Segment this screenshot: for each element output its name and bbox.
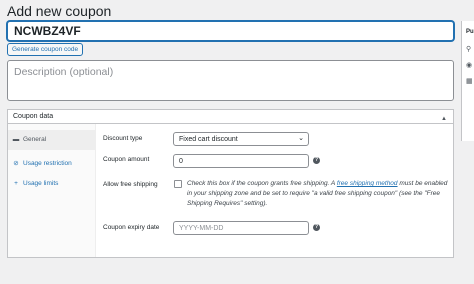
coupon-code-input[interactable]: NCWBZ4VF bbox=[7, 21, 454, 41]
tab-label: General bbox=[23, 136, 47, 143]
free-shipping-label: Allow free shipping bbox=[103, 181, 158, 188]
coupon-amount-input[interactable]: 0 bbox=[173, 154, 309, 168]
plus-icon: + bbox=[14, 180, 18, 187]
sidebar-title: Pu bbox=[466, 29, 474, 35]
panel-title: Coupon data bbox=[13, 113, 54, 120]
generate-coupon-code-button[interactable]: Generate coupon code bbox=[7, 43, 84, 56]
tab-general[interactable]: ▬ General bbox=[8, 130, 96, 150]
ticket-icon: ▬ bbox=[12, 136, 20, 143]
panel-header[interactable]: Coupon data ▲ bbox=[8, 110, 453, 124]
help-icon[interactable]: ? bbox=[313, 224, 320, 231]
calendar-icon: ▦ bbox=[466, 78, 473, 85]
free-shipping-description: Check this box if the coupon grants free… bbox=[187, 179, 449, 209]
description-textarea[interactable]: Description (optional) bbox=[7, 60, 454, 101]
chevron-down-icon: ⌄ bbox=[298, 135, 304, 142]
free-shipping-text: Check this box if the coupon grants free… bbox=[187, 180, 337, 187]
coupon-data-panel: Coupon data ▲ ▬ General ⊘ Usage restrictio… bbox=[7, 109, 454, 258]
expiry-date-label: Coupon expiry date bbox=[103, 224, 160, 231]
discount-type-label: Discount type bbox=[103, 135, 143, 142]
help-icon[interactable]: ? bbox=[313, 157, 320, 164]
collapse-arrow-icon[interactable]: ▲ bbox=[441, 113, 447, 126]
panel-tabs: ▬ General ⊘ Usage restriction + Usage limit… bbox=[8, 124, 96, 257]
free-shipping-checkbox[interactable] bbox=[174, 180, 182, 188]
free-shipping-method-link[interactable]: free shipping method bbox=[337, 180, 398, 187]
tab-usage-restriction[interactable]: ⊘ Usage restriction bbox=[8, 154, 96, 174]
page-title: Add new coupon bbox=[7, 3, 112, 19]
tab-label: Usage restriction bbox=[23, 160, 72, 167]
eye-icon: ◉ bbox=[466, 62, 473, 69]
block-icon: ⊘ bbox=[13, 160, 19, 167]
tab-label: Usage limits bbox=[23, 180, 59, 187]
coupon-amount-label: Coupon amount bbox=[103, 156, 150, 163]
discount-type-select[interactable]: Fixed cart discount ⌄ bbox=[173, 132, 309, 146]
discount-type-value: Fixed cart discount bbox=[179, 136, 238, 143]
publish-sidebar: Pu ⚲ ◉ ▦ bbox=[461, 21, 474, 141]
pin-icon: ⚲ bbox=[466, 46, 472, 53]
expiry-date-input[interactable]: YYYY-MM-DD bbox=[173, 221, 309, 235]
tab-usage-limits[interactable]: + Usage limits bbox=[8, 174, 96, 194]
